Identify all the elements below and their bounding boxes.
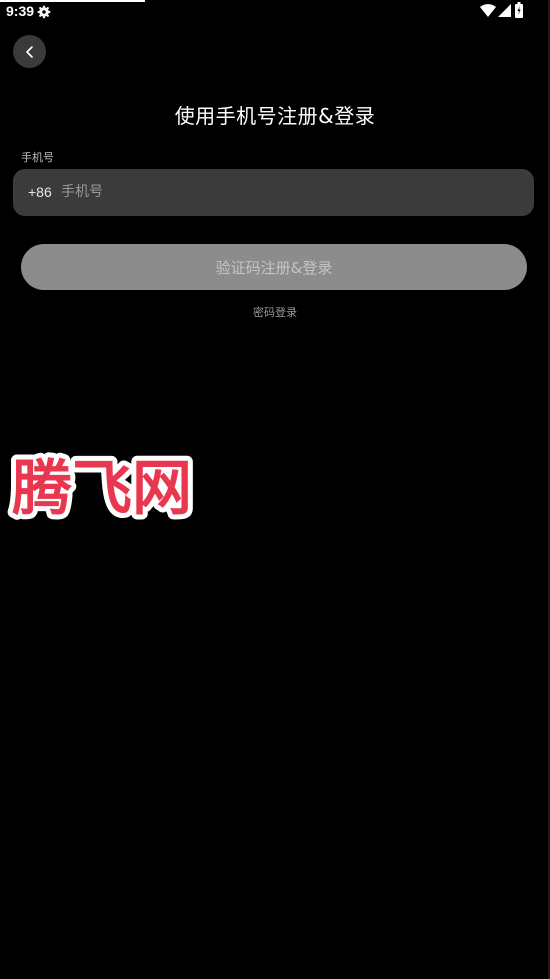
country-code[interactable]: +86 [28,184,52,200]
app-screen: 9:39 使用手机号注册&登录 手机号 +86 验证码注册&登录 密码登录 [0,0,550,979]
password-login-link[interactable]: 密码登录 [0,304,550,320]
sms-login-button[interactable]: 验证码注册&登录 [21,244,527,290]
battery-icon [515,2,523,18]
phone-input[interactable] [61,177,501,207]
chevron-left-icon [25,45,33,58]
phone-field[interactable]: +86 [13,169,534,216]
status-bar-edge [0,0,145,2]
signal-icon [498,4,511,17]
watermark-logo: 腾飞网 腾飞网 [7,449,197,525]
sms-login-label: 验证码注册&登录 [215,258,333,277]
status-time: 9:39 [6,3,35,19]
status-bar: 9:39 [0,0,550,26]
gear-icon [37,5,51,19]
phone-label: 手机号 [21,151,54,164]
back-button[interactable] [13,35,46,68]
wifi-icon [480,4,496,18]
page-title: 使用手机号注册&登录 [174,104,376,128]
svg-text:腾飞网: 腾飞网 [12,454,192,524]
